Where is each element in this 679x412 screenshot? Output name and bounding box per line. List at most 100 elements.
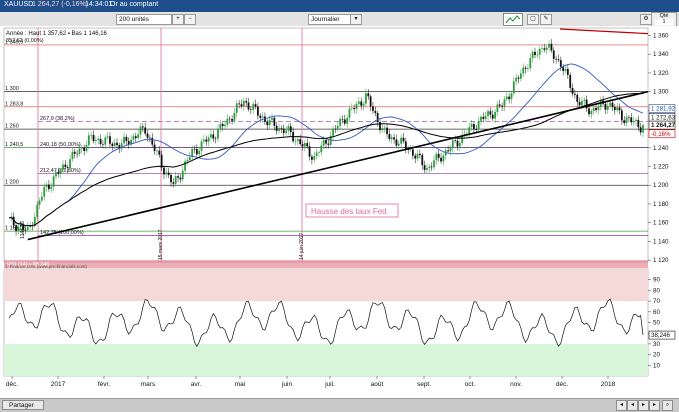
- candle-body: [365, 93, 367, 104]
- candle-body: [404, 141, 407, 150]
- candle-body: [623, 120, 626, 124]
- candle-body: [642, 125, 644, 133]
- candle-body: [628, 117, 630, 118]
- price-chart[interactable]: RSI (14) ▪ 38,2461 3601 3401 3201 3001 2…: [0, 26, 679, 398]
- candle-body: [468, 127, 471, 134]
- chart-area[interactable]: RSI (14) ▪ 38,246 1 360 1 340 1 320 1 300 1 2…: [0, 26, 679, 398]
- candle-body: [393, 137, 395, 140]
- legend-line-2: 357,62 (0,00%): [6, 38, 44, 44]
- candle-body: [543, 48, 546, 50]
- candle-body: [414, 155, 417, 159]
- candle-body: [306, 143, 309, 147]
- units-select[interactable]: 200 unités: [116, 14, 172, 25]
- candle-body: [123, 136, 125, 144]
- candle-body: [308, 146, 311, 157]
- chart-type-icon[interactable]: [503, 13, 523, 26]
- time-axis-label: juin: [281, 381, 293, 388]
- candle-body: [228, 118, 231, 120]
- next-button[interactable]: ▸: [638, 400, 649, 411]
- candle-body: [106, 136, 109, 138]
- last-button[interactable]: ▸: [649, 400, 660, 411]
- candle-body: [578, 101, 581, 106]
- candle-body: [111, 143, 114, 147]
- candle-body: [57, 172, 60, 174]
- candle-body: [494, 111, 496, 119]
- candle-body: [588, 108, 590, 115]
- candle-body: [454, 140, 457, 141]
- candle-body: [252, 104, 255, 110]
- candle-body: [369, 96, 372, 107]
- candle-body: [184, 161, 187, 171]
- candle-body: [64, 164, 67, 168]
- candle-body: [125, 136, 128, 142]
- tool-button-1[interactable]: ▢: [527, 14, 539, 25]
- candle-body: [562, 66, 565, 71]
- candle-body: [163, 167, 165, 175]
- rsi-axis-label: 60: [653, 309, 660, 316]
- zoom-in-button[interactable]: +: [172, 14, 184, 25]
- candle-body: [280, 127, 283, 129]
- tool-button-2[interactable]: ✎: [540, 14, 552, 25]
- candle-body: [613, 106, 616, 111]
- candle-body: [611, 102, 614, 107]
- zoom-icon[interactable]: ⌕: [662, 400, 673, 411]
- candle-body: [179, 177, 182, 180]
- price-axis-label: 1 120: [653, 257, 669, 264]
- candle-body: [362, 103, 365, 106]
- first-button[interactable]: ◂: [616, 400, 627, 411]
- candle-body: [590, 110, 593, 115]
- candle-body: [367, 93, 370, 97]
- candle-body: [505, 96, 508, 100]
- period-select[interactable]: Journalier: [308, 14, 352, 25]
- time-axis-label: sept.: [417, 381, 431, 388]
- candle-body: [139, 126, 142, 135]
- rsi-axis-label: 50: [653, 320, 660, 327]
- candle-body: [311, 156, 313, 160]
- time-axis-label: déc.: [556, 381, 568, 388]
- rsi-axis-label: 30: [653, 341, 660, 348]
- price-axis-label: 1 200: [653, 182, 669, 189]
- fed-marker-date: 14 juin 2017: [299, 233, 305, 260]
- price-tag: 1 272,63: [651, 114, 676, 121]
- candle-body: [221, 123, 224, 127]
- rsi-axis-label: 80: [653, 287, 660, 294]
- mode-label: Or au comptant: [110, 1, 159, 8]
- bottom-bar: Partager ◂ ◂ ▸ ▸ ⌕: [0, 398, 679, 412]
- symbol-label: XAUUSD: [4, 1, 34, 8]
- candle-body: [287, 126, 290, 131]
- candle-body: [604, 103, 607, 110]
- candle-body: [198, 150, 201, 155]
- candle-body: [217, 129, 219, 139]
- rsi-axis-label: 10: [653, 362, 660, 369]
- candle-body: [426, 168, 428, 170]
- candle-body: [172, 182, 175, 184]
- period-dropdown-button[interactable]: ▾: [350, 14, 362, 25]
- qty-value[interactable]: 1: [655, 19, 673, 25]
- time-axis-label: déc.: [6, 381, 18, 388]
- candle-body: [515, 77, 518, 82]
- candle-body: [569, 74, 572, 88]
- candle-body: [156, 150, 158, 152]
- prev-button[interactable]: ◂: [627, 400, 638, 411]
- zoom-out-button[interactable]: −: [184, 14, 196, 25]
- price-axis-label: 1 300: [653, 89, 669, 96]
- candle-body: [343, 119, 346, 124]
- quote-label: 1 264,27 (-0,16%): [32, 1, 89, 8]
- candle-body: [372, 106, 374, 111]
- time-axis-label: mars: [141, 381, 156, 388]
- candle-body: [508, 96, 511, 100]
- candle-body: [433, 160, 435, 168]
- candle-body: [449, 148, 452, 152]
- candle-body: [440, 157, 442, 162]
- copyright-text: © Finance.com (www.pro-financials.com): [5, 263, 87, 269]
- price-axis-label: 1 320: [653, 70, 669, 77]
- candle-body: [379, 122, 381, 131]
- rsi-overbought-zone: [4, 269, 648, 302]
- candle-body: [571, 87, 574, 94]
- candle-body: [102, 144, 104, 145]
- candle-body: [512, 81, 515, 94]
- candle-body: [92, 134, 95, 142]
- share-button[interactable]: Partager: [2, 400, 44, 410]
- candle-body: [522, 67, 525, 74]
- candle-body: [501, 105, 504, 107]
